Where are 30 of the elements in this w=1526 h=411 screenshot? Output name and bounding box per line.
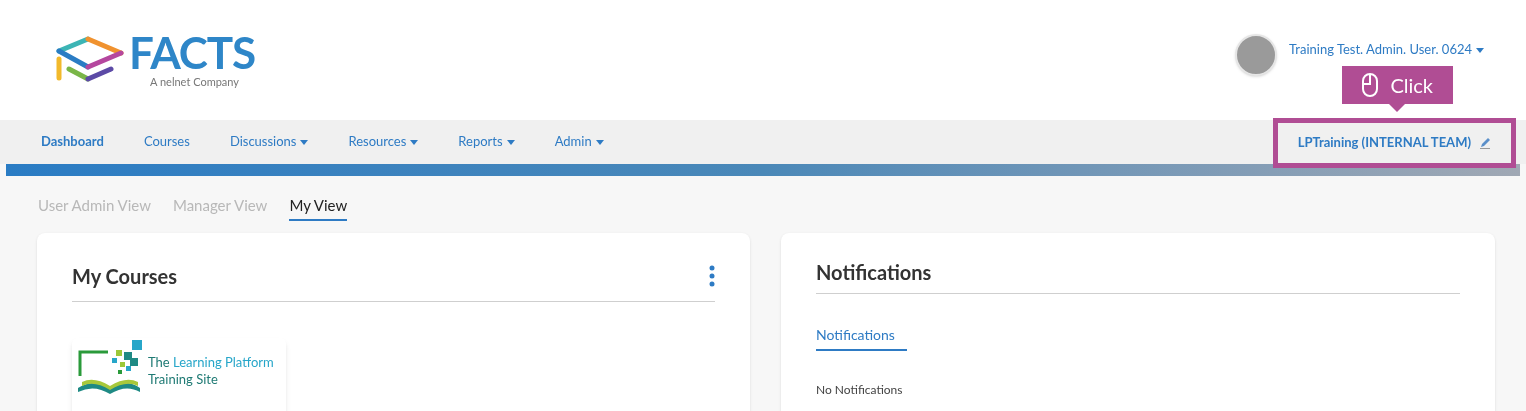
course-subtitle: Training Site <box>148 370 219 388</box>
nav-item[interactable]: Discussions <box>229 132 309 152</box>
empty-message: No Notifications <box>816 380 904 399</box>
card-title: My Courses <box>72 262 178 290</box>
nav-item[interactable]: Dashboard <box>41 132 104 152</box>
user-menu-button[interactable]: Training Test. Admin. User. 0624 <box>1289 40 1484 60</box>
card-title: Notifications <box>816 260 933 283</box>
nav-item[interactable]: Admin <box>554 132 604 152</box>
pencil-icon <box>1479 137 1491 149</box>
course-title: The Learning Platform <box>148 353 274 371</box>
nav-item[interactable]: Courses <box>143 132 190 152</box>
caret-icon <box>1476 47 1484 53</box>
more-options-icon[interactable] <box>709 264 715 287</box>
callout-label: Click <box>1390 72 1433 99</box>
logo-tagline: A nelnet Company <box>150 73 239 90</box>
course-tile[interactable]: The Learning Platform Training Site <box>72 337 286 411</box>
caret-icon <box>300 139 309 145</box>
avatar <box>1235 34 1278 76</box>
nav-item[interactable]: Resources <box>348 132 419 152</box>
notifications-tab[interactable]: Notifications <box>816 323 907 351</box>
logo-wordmark: FACTS <box>129 29 255 74</box>
caret-icon <box>410 139 419 145</box>
nav-item[interactable]: Reports <box>458 132 515 152</box>
mouse-icon <box>1362 73 1379 97</box>
logo-mark-icon <box>55 36 125 84</box>
site-switch-button[interactable]: LPTraining (INTERNAL TEAM) <box>1272 118 1516 168</box>
caret-icon <box>595 139 604 145</box>
view-tab[interactable]: My View <box>289 194 348 221</box>
caret-icon <box>506 139 515 145</box>
book-logo-icon <box>76 339 144 394</box>
